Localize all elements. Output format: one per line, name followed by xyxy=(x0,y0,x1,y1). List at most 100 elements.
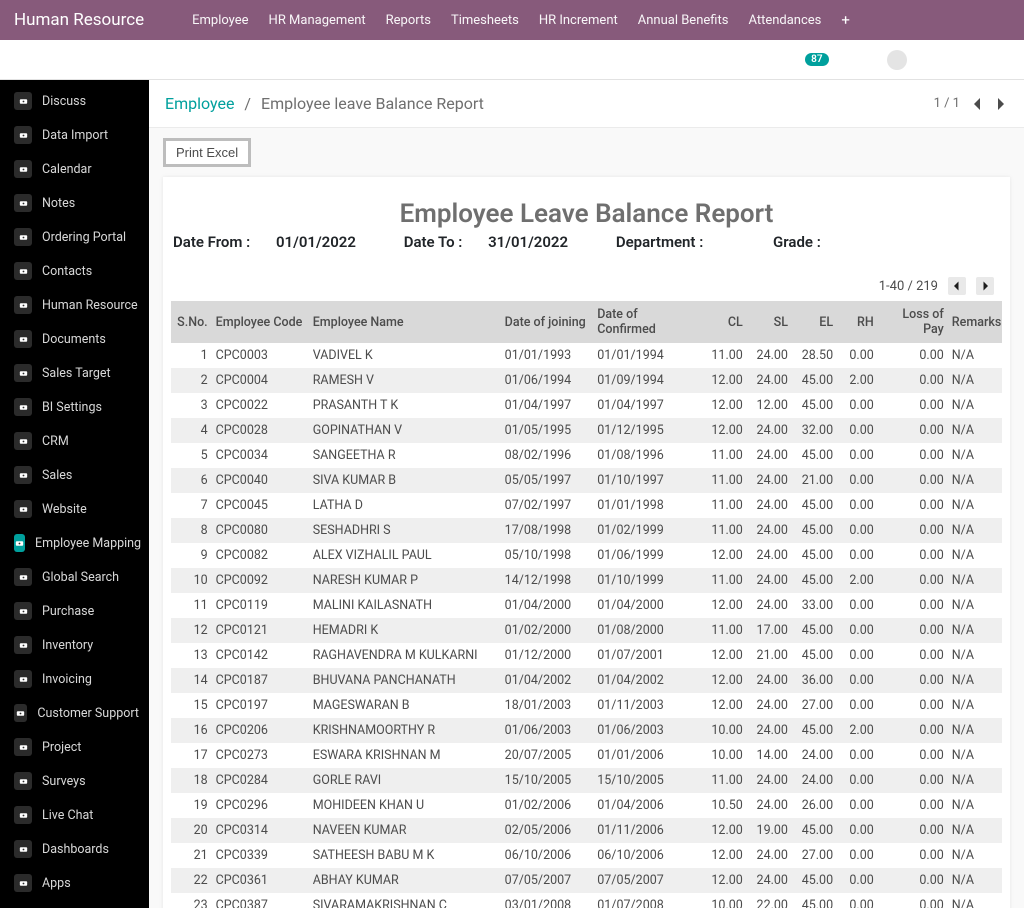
cell: 24.00 xyxy=(747,843,792,868)
col-code: Employee Code xyxy=(212,301,309,343)
sidebar-item-sales-target[interactable]: Sales Target xyxy=(0,356,149,390)
table-row[interactable]: 6CPC0040SIVA KUMAR B05/05/199701/10/1997… xyxy=(171,468,1002,493)
cell: 45.00 xyxy=(792,818,837,843)
nav-item-hr-management[interactable]: HR Management xyxy=(269,13,366,28)
table-row[interactable]: 15CPC0197MAGESWARAN B18/01/200301/11/200… xyxy=(171,693,1002,718)
sidebar-item-project[interactable]: Project xyxy=(0,730,149,764)
sidebar-item-crm[interactable]: CRM xyxy=(0,424,149,458)
cell: PRASANTH T K xyxy=(309,393,501,418)
cell: 05/05/1997 xyxy=(501,468,594,493)
sidebar-item-calendar[interactable]: Calendar xyxy=(0,152,149,186)
nav-item-timesheets[interactable]: Timesheets xyxy=(451,13,519,28)
cell: N/A xyxy=(948,768,1002,793)
sidebar-item-ordering-portal[interactable]: Ordering Portal xyxy=(0,220,149,254)
sidebar-item-global-search[interactable]: Global Search xyxy=(0,560,149,594)
table-row[interactable]: 4CPC0028GOPINATHAN V01/05/199501/12/1995… xyxy=(171,418,1002,443)
cell: 06/10/2006 xyxy=(501,843,594,868)
cell: 0.00 xyxy=(837,768,878,793)
cell: 01/04/2000 xyxy=(501,593,594,618)
table-row[interactable]: 3CPC0022PRASANTH T K01/04/199701/04/1997… xyxy=(171,393,1002,418)
nav-item-reports[interactable]: Reports xyxy=(386,13,431,28)
cell: SANGEETHA R xyxy=(309,443,501,468)
sidebar-item-inventory[interactable]: Inventory xyxy=(0,628,149,662)
nav-item-annual-benefits[interactable]: Annual Benefits xyxy=(638,13,729,28)
record-pager-next-button[interactable] xyxy=(996,98,1004,110)
sidebar-item-documents[interactable]: Documents xyxy=(0,322,149,356)
table-row[interactable]: 11CPC0119MALINI KAILASNATH01/04/200001/0… xyxy=(171,593,1002,618)
print-excel-button[interactable]: Print Excel xyxy=(163,138,251,167)
table-pager-next-button[interactable] xyxy=(976,277,994,295)
sidebar-item-employee-mapping[interactable]: Employee Mapping xyxy=(0,526,149,560)
table-row[interactable]: 13CPC0142RAGHAVENDRA M KULKARNI01/12/200… xyxy=(171,643,1002,668)
sidebar-item-data-import[interactable]: Data Import xyxy=(0,118,149,152)
profile-icon[interactable] xyxy=(851,51,865,69)
sidebar-item-live-chat[interactable]: Live Chat xyxy=(0,798,149,832)
sidebar-item-notes[interactable]: Notes xyxy=(0,186,149,220)
app-icon xyxy=(14,364,32,382)
sidebar-item-sales[interactable]: Sales xyxy=(0,458,149,492)
table-row[interactable]: 17CPC0273ESWARA KRISHNAN M20/07/200501/0… xyxy=(171,743,1002,768)
table-row[interactable]: 9CPC0082ALEX VIZHALIL PAUL05/10/199801/0… xyxy=(171,543,1002,568)
table-row[interactable]: 12CPC0121HEMADRI K01/02/200001/08/200011… xyxy=(171,618,1002,643)
app-icon xyxy=(14,126,32,144)
sidebar-item-bi-settings[interactable]: BI Settings xyxy=(0,390,149,424)
table-row[interactable]: 5CPC0034SANGEETHA R08/02/199601/08/19961… xyxy=(171,443,1002,468)
breadcrumb-root[interactable]: Employee xyxy=(165,94,234,113)
table-row[interactable]: 2CPC0004RAMESH V01/06/199401/09/199412.0… xyxy=(171,368,1002,393)
table-row[interactable]: 1CPC0003VADIVEL K01/01/199301/01/199411.… xyxy=(171,343,1002,368)
cell: NAVEEN KUMAR xyxy=(309,818,501,843)
col-lop: Loss of Pay xyxy=(878,301,948,343)
cell: N/A xyxy=(948,618,1002,643)
table-row[interactable]: 16CPC0206KRISHNAMOORTHY R01/06/200301/06… xyxy=(171,718,1002,743)
cell: 4 xyxy=(171,418,212,443)
table-row[interactable]: 18CPC0284GORLE RAVI15/10/200515/10/20051… xyxy=(171,768,1002,793)
user-menu[interactable]: ADMINISTRATOR xyxy=(887,50,1004,70)
table-row[interactable]: 20CPC0314NAVEEN KUMAR02/05/200601/11/200… xyxy=(171,818,1002,843)
content-scroll[interactable]: Employee / Employee leave Balance Report… xyxy=(149,80,1024,908)
cell: N/A xyxy=(948,593,1002,618)
table-row[interactable]: 22CPC0361ABHAY KUMAR07/05/200707/05/2007… xyxy=(171,868,1002,893)
col-el: EL xyxy=(792,301,837,343)
cell: 0.00 xyxy=(878,768,948,793)
col-sl: SL xyxy=(747,301,792,343)
record-pager-prev-button[interactable] xyxy=(974,98,982,110)
table-row[interactable]: 23CPC0387SIVARAMAKRISHNAN C03/01/200801/… xyxy=(171,893,1002,908)
table-row[interactable]: 7CPC0045LATHA D07/02/199701/01/199811.00… xyxy=(171,493,1002,518)
sidebar-item-surveys[interactable]: Surveys xyxy=(0,764,149,798)
table-row[interactable]: 21CPC0339SATHEESH BABU M K06/10/200606/1… xyxy=(171,843,1002,868)
sidebar-item-apps[interactable]: Apps xyxy=(0,866,149,900)
messages-count-badge: 87 xyxy=(805,53,828,66)
sidebar-item-website[interactable]: Website xyxy=(0,492,149,526)
app-icon xyxy=(14,874,32,892)
cell: 11.00 xyxy=(702,343,747,368)
report-table: S.No. Employee Code Employee Name Date o… xyxy=(171,301,1002,908)
cell: 16 xyxy=(171,718,212,743)
table-row[interactable]: 19CPC0296MOHIDEEN KHAN U01/02/200601/04/… xyxy=(171,793,1002,818)
sidebar-item-purchase[interactable]: Purchase xyxy=(0,594,149,628)
nav-item-attendances[interactable]: Attendances xyxy=(748,13,821,28)
sidebar-item-human-resource[interactable]: Human Resource xyxy=(0,288,149,322)
sidebar-item-invoicing[interactable]: Invoicing xyxy=(0,662,149,696)
table-row[interactable]: 10CPC0092NARESH KUMAR P14/12/199801/10/1… xyxy=(171,568,1002,593)
activity-icon[interactable] xyxy=(755,51,769,69)
sidebar-item-customer-support[interactable]: Customer Support xyxy=(0,696,149,730)
filter-department: Department : xyxy=(616,233,751,251)
cell: 0.00 xyxy=(837,893,878,908)
sidebar-item-contacts[interactable]: Contacts xyxy=(0,254,149,288)
sidebar-item-settings[interactable]: Settings xyxy=(0,900,149,908)
cell: RAMESH V xyxy=(309,368,501,393)
table-row[interactable]: 8CPC0080SESHADHRI S17/08/199801/02/19991… xyxy=(171,518,1002,543)
messages-button[interactable]: 87 xyxy=(791,53,828,67)
cell: 17/08/1998 xyxy=(501,518,594,543)
cell: 12.00 xyxy=(702,693,747,718)
cell: 01/04/2000 xyxy=(593,593,701,618)
nav-item-hr-increment[interactable]: HR Increment xyxy=(539,13,618,28)
sidebar-item-dashboards[interactable]: Dashboards xyxy=(0,832,149,866)
table-row[interactable]: 14CPC0187BHUVANA PANCHANATH01/04/200201/… xyxy=(171,668,1002,693)
nav-item-employee[interactable]: Employee xyxy=(192,13,248,28)
table-pager-prev-button[interactable] xyxy=(948,277,966,295)
nav-add-menu-button[interactable]: + xyxy=(841,11,850,29)
sidebar-item-discuss[interactable]: Discuss xyxy=(0,84,149,118)
app-icon xyxy=(14,602,32,620)
cell: CPC0082 xyxy=(212,543,309,568)
